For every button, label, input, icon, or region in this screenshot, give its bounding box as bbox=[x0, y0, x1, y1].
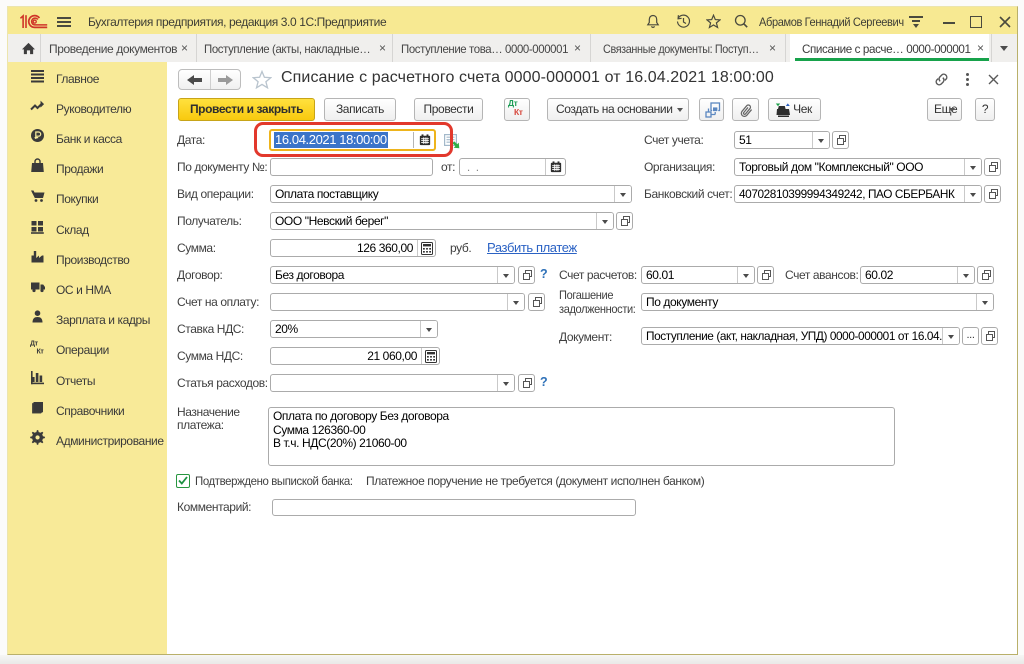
svg-text:Дт: Дт bbox=[30, 341, 39, 348]
svg-text:Кт: Кт bbox=[37, 349, 45, 355]
